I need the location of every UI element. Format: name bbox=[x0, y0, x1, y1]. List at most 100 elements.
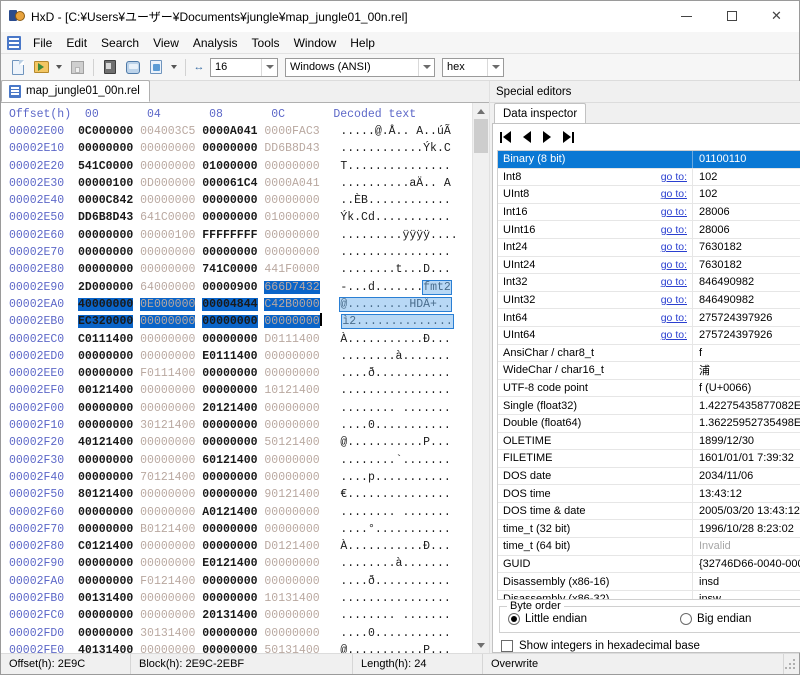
hex-group[interactable]: 00000000 bbox=[140, 142, 195, 155]
inspector-goto-cell[interactable]: go to: bbox=[634, 294, 692, 306]
hex-group[interactable]: 40121400 bbox=[78, 436, 133, 449]
hex-group[interactable]: 00000000 bbox=[140, 609, 195, 622]
hex-group[interactable]: 00000100 bbox=[140, 229, 195, 242]
hex-group[interactable]: 00000000 bbox=[78, 454, 133, 467]
hex-row[interactable]: 00002EB0 EC320000 00000000 00000000 0000… bbox=[9, 313, 472, 330]
document-tab[interactable]: map_jungle01_00n.rel bbox=[1, 80, 150, 102]
menu-search[interactable]: Search bbox=[94, 34, 146, 52]
hex-scrollbar[interactable] bbox=[472, 103, 489, 653]
hex-group[interactable]: D0121400 bbox=[264, 540, 319, 553]
inspector-row[interactable]: time_t (32 bit) 1996/10/28 8:23:02 bbox=[498, 520, 800, 539]
first-record-button[interactable] bbox=[499, 128, 512, 146]
hex-group[interactable]: 00000000 bbox=[78, 627, 133, 640]
decoded-text[interactable]: ........ ....... bbox=[340, 609, 450, 622]
hex-group[interactable]: 50131400 bbox=[264, 644, 319, 653]
hex-row[interactable]: 00002EF0 00121400 00000000 00000000 1012… bbox=[9, 382, 472, 399]
hex-group[interactable]: 666D7432 bbox=[264, 280, 320, 294]
hex-group[interactable]: 00000000 bbox=[264, 229, 319, 242]
hex-group[interactable]: 00000000 bbox=[202, 644, 257, 653]
hex-group[interactable]: 00000000 bbox=[140, 246, 195, 259]
hex-group[interactable]: 01000000 bbox=[264, 211, 319, 224]
hex-group[interactable]: 20121400 bbox=[202, 402, 257, 415]
hex-group[interactable]: 00000000 bbox=[202, 627, 257, 640]
hex-row[interactable]: 00002E30 00000100 0D000000 000061C4 0000… bbox=[9, 175, 472, 192]
hex-group[interactable]: 00000000 bbox=[78, 350, 133, 363]
open-file-button[interactable] bbox=[30, 56, 52, 78]
hex-row[interactable]: 00002EE0 00000000 F0111400 00000000 0000… bbox=[9, 365, 472, 382]
hex-group[interactable]: 0E000000 bbox=[140, 297, 196, 311]
hex-group[interactable]: 00000000 bbox=[202, 142, 257, 155]
scroll-up-button[interactable] bbox=[473, 103, 489, 119]
hex-row[interactable]: 00002ED0 00000000 00000000 E0111400 0000… bbox=[9, 348, 472, 365]
inspector-row[interactable]: UInt64 go to: 275724397926 bbox=[498, 326, 800, 345]
decoded-text[interactable]: ................ bbox=[340, 246, 450, 259]
decoded-text[interactable]: ........à....... bbox=[340, 557, 450, 570]
decoded-text[interactable]: Ýk.Cd........... bbox=[340, 211, 450, 224]
hex-row[interactable]: 00002F70 00000000 B0121400 00000000 0000… bbox=[9, 521, 472, 538]
hex-group[interactable]: F0111400 bbox=[140, 367, 195, 380]
maximize-button[interactable] bbox=[709, 1, 754, 31]
hex-row[interactable]: 00002FE0 40131400 00000000 00000000 5013… bbox=[9, 642, 472, 653]
hex-group[interactable]: 00121400 bbox=[78, 384, 133, 397]
hex-group[interactable]: 00000000 bbox=[202, 592, 257, 605]
inspector-row[interactable]: DOS time & date 2005/03/20 13:43:12 bbox=[498, 502, 800, 521]
hex-group[interactable]: 00000000 bbox=[140, 436, 195, 449]
hex-row[interactable]: 00002E10 00000000 00000000 00000000 DD6B… bbox=[9, 140, 472, 157]
encoding-select[interactable]: Windows (ANSI) bbox=[285, 57, 435, 77]
inspector-row[interactable]: Int64 go to: 275724397926 bbox=[498, 309, 800, 327]
hex-group[interactable]: 2D000000 bbox=[78, 281, 133, 294]
hex-row[interactable]: 00002E70 00000000 00000000 00000000 0000… bbox=[9, 244, 472, 261]
chevron-down-icon[interactable] bbox=[418, 58, 434, 76]
hex-group[interactable]: 00000000 bbox=[140, 454, 195, 467]
hex-group[interactable]: FFFFFFFF bbox=[202, 229, 257, 242]
hex-group[interactable]: F0121400 bbox=[140, 575, 195, 588]
hex-group[interactable]: 20131400 bbox=[202, 609, 257, 622]
hex-group[interactable]: 00000000 bbox=[202, 540, 257, 553]
hex-group[interactable]: 00000000 bbox=[202, 333, 257, 346]
decoded-text[interactable]: ........ ....... bbox=[340, 506, 450, 519]
hex-group[interactable]: 00000000 bbox=[202, 523, 257, 536]
hex-group[interactable]: 00000000 bbox=[78, 229, 133, 242]
decoded-text[interactable]: ........à....... bbox=[340, 350, 450, 363]
inspector-goto-cell[interactable]: go to: bbox=[634, 241, 692, 253]
open-disk-button[interactable] bbox=[99, 56, 121, 78]
hex-row[interactable]: 00002FD0 00000000 30131400 00000000 0000… bbox=[9, 625, 472, 642]
goto-link[interactable]: go to: bbox=[661, 276, 687, 288]
new-file-button[interactable] bbox=[7, 56, 29, 78]
hex-group[interactable]: 00131400 bbox=[78, 592, 133, 605]
hex-row[interactable]: 00002F40 00000000 70121400 00000000 0000… bbox=[9, 469, 472, 486]
hex-group[interactable]: 10131400 bbox=[264, 592, 319, 605]
decoded-text[interactable]: ..........aÄ.. A bbox=[340, 177, 450, 190]
hex-row[interactable]: 00002F30 00000000 00000000 60121400 0000… bbox=[9, 452, 472, 469]
resize-grip[interactable] bbox=[784, 658, 796, 670]
chevron-down-icon[interactable] bbox=[261, 58, 277, 76]
process-dropdown-button[interactable] bbox=[168, 56, 180, 78]
hex-row[interactable]: 00002E50 DD6B8D43 641C0000 00000000 0100… bbox=[9, 209, 472, 226]
menu-edit[interactable]: Edit bbox=[59, 34, 94, 52]
hex-group[interactable]: 00000000 bbox=[202, 384, 257, 397]
hex-group[interactable]: 00000000 bbox=[264, 609, 319, 622]
inspector-row[interactable]: Int16 go to: 28006 bbox=[498, 203, 800, 222]
decoded-text[interactable]: .....@.Å.. A..úÃ bbox=[340, 125, 450, 138]
inspector-row[interactable]: UInt32 go to: 846490982 bbox=[498, 291, 800, 310]
inspector-row[interactable]: time_t (64 bit) Invalid bbox=[498, 538, 800, 556]
hex-group[interactable]: 00000000 bbox=[202, 419, 257, 432]
hex-group[interactable]: 0000FAC3 bbox=[264, 125, 319, 138]
save-button[interactable] bbox=[66, 56, 88, 78]
goto-link[interactable]: go to: bbox=[661, 312, 687, 324]
hex-row[interactable]: 00002E90 2D000000 64000000 00000900 666D… bbox=[9, 279, 472, 296]
inspector-row[interactable]: Double (float64) 1.36225952735498E-312 bbox=[498, 414, 800, 433]
decoded-text[interactable]: ....0........... bbox=[340, 627, 450, 640]
hex-row[interactable]: 00002F20 40121400 00000000 00000000 5012… bbox=[9, 434, 472, 451]
hex-group[interactable]: 00000000 bbox=[202, 436, 257, 449]
decoded-text[interactable]: ............Ýk.C bbox=[340, 142, 450, 155]
hex-row[interactable]: 00002EA0 40000000 0E000000 00004844 C42B… bbox=[9, 296, 472, 313]
inspector-goto-cell[interactable]: go to: bbox=[634, 224, 692, 236]
goto-link[interactable]: go to: bbox=[661, 259, 687, 271]
decoded-text[interactable]: @...........P... bbox=[340, 644, 450, 653]
inspector-row[interactable]: Disassembly (x86-32) insw bbox=[498, 590, 800, 599]
base-select[interactable]: hex bbox=[442, 57, 504, 77]
hex-group[interactable]: 00000000 bbox=[78, 246, 133, 259]
inspector-row[interactable]: GUID {32746D66-0040-0000-0E00-00000 bbox=[498, 555, 800, 574]
hex-group[interactable]: DD6B8D43 bbox=[264, 142, 319, 155]
